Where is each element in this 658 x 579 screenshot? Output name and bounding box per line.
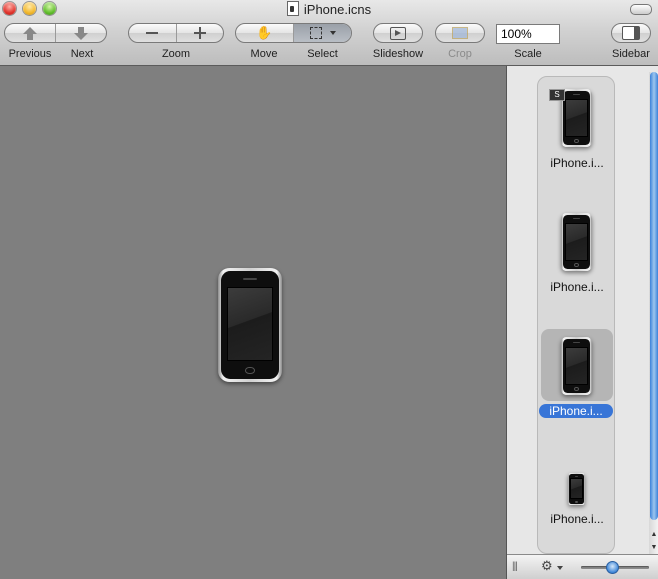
previous-button[interactable]: [5, 24, 56, 42]
zoom-out-button[interactable]: [129, 24, 177, 42]
sidebar-toggle-face[interactable]: [612, 24, 650, 42]
next-button[interactable]: [56, 24, 106, 42]
plus-icon: [193, 27, 206, 39]
chevron-down-icon[interactable]: [557, 566, 563, 570]
toolbar-toggle-button[interactable]: [630, 4, 652, 15]
select-label: Select: [307, 48, 338, 60]
sidebar: S iPhone.i... iPhone.i... iPhone.i... iP…: [506, 66, 658, 579]
document-proxy-icon[interactable]: [286, 1, 299, 16]
sidebar-icon: [622, 26, 640, 40]
iphone-thumbnail-icon: [561, 337, 592, 395]
select-tool-button[interactable]: [294, 24, 351, 42]
image-canvas[interactable]: [0, 66, 506, 579]
next-label: Next: [70, 48, 94, 60]
move-tool-button[interactable]: ✋: [236, 24, 294, 42]
slideshow-label: Slideshow: [372, 48, 424, 60]
sidebar-bottom-bar: ||| ⚙: [507, 554, 658, 579]
resize-grip-icon[interactable]: |||: [512, 561, 518, 572]
crop-button[interactable]: [435, 23, 485, 43]
arrow-up-icon: [23, 26, 37, 40]
sidebar-toggle-button[interactable]: [611, 23, 651, 43]
crop-button-face[interactable]: [436, 24, 484, 42]
iphone-image: [218, 268, 282, 382]
slideshow-button[interactable]: [373, 23, 423, 43]
scrollbar-thumb[interactable]: [650, 72, 658, 520]
arrow-down-icon: [74, 26, 88, 40]
previous-label: Previous: [8, 48, 52, 60]
move-label: Move: [250, 48, 278, 60]
iphone-thumbnail-icon: [561, 89, 592, 147]
slideshow-icon: [390, 26, 406, 40]
thumbnail-list[interactable]: S iPhone.i... iPhone.i... iPhone.i... iP…: [537, 76, 615, 554]
marquee-select-icon: [309, 27, 322, 39]
crop-label: Crop: [448, 48, 472, 60]
zoom-in-button[interactable]: [177, 24, 224, 42]
window-chrome: iPhone.icns Previous Next Zoom ✋ Move Se…: [0, 0, 658, 66]
size-badge: S: [549, 89, 565, 101]
iphone-thumbnail-icon: [561, 213, 592, 271]
thumbnail-label: iPhone.i...: [550, 280, 604, 294]
slideshow-button-face[interactable]: [374, 24, 422, 42]
gear-icon[interactable]: ⚙: [541, 558, 553, 574]
slider-knob[interactable]: [605, 561, 619, 574]
thumbnail-size-slider[interactable]: [581, 561, 649, 574]
scroll-up-arrow-icon[interactable]: ▲: [650, 530, 658, 540]
title-bar: iPhone.icns: [0, 1, 658, 17]
thumbnail-label: iPhone.i...: [550, 512, 604, 526]
zoom-segmented-control: [128, 23, 224, 43]
thumbnail-label: iPhone.i...: [550, 156, 604, 170]
navigation-segmented-control: [4, 23, 107, 43]
scale-label: Scale: [514, 48, 542, 60]
minus-icon: [146, 32, 159, 34]
sidebar-label: Sidebar: [612, 48, 650, 60]
chevron-down-icon: [329, 31, 336, 35]
scale-field[interactable]: [496, 24, 560, 44]
hand-icon: ✋: [256, 25, 273, 40]
crop-icon: [452, 27, 468, 39]
scroll-down-arrow-icon[interactable]: ▼: [650, 543, 658, 553]
tool-segmented-control: ✋: [235, 23, 352, 43]
iphone-thumbnail-icon: [568, 473, 585, 505]
window-title: iPhone.icns: [303, 2, 372, 17]
zoom-label: Zoom: [161, 48, 191, 60]
sidebar-scrollbar[interactable]: ▲ ▼: [649, 72, 658, 554]
thumbnail-label: iPhone.i...: [539, 404, 613, 418]
